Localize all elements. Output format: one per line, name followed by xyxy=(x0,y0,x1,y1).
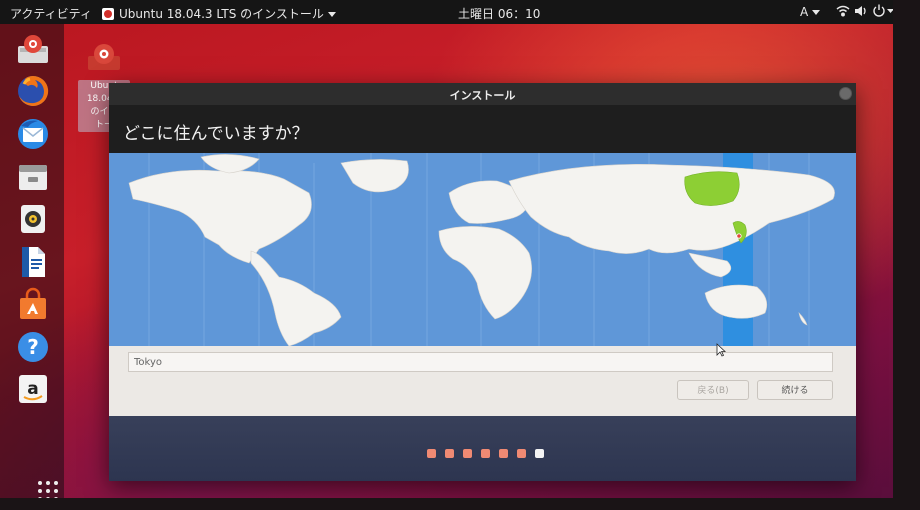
input-method-indicator[interactable]: A xyxy=(800,5,821,19)
svg-text:?: ? xyxy=(27,335,39,359)
desktop: アクティビティ Ubuntu 18.04.3 LTS のインストール 土曜日 0… xyxy=(0,0,893,498)
svg-text:a: a xyxy=(27,379,38,399)
progress-dot xyxy=(517,449,526,458)
progress-dot xyxy=(535,449,544,458)
wifi-icon xyxy=(836,5,850,17)
progress-dot xyxy=(481,449,490,458)
firefox-icon[interactable] xyxy=(16,74,50,108)
page-header: どこに住んでいますか？ xyxy=(109,105,856,153)
installer-icon xyxy=(88,44,120,70)
clock[interactable]: 土曜日 06：10 xyxy=(458,5,540,22)
page-title: どこに住んでいますか？ xyxy=(123,124,309,144)
window-titlebar[interactable]: インストール xyxy=(109,83,856,105)
libreoffice-writer-icon[interactable] xyxy=(16,245,50,279)
installer-window: インストール どこに住んでいますか？ Tokyo 戻る(B) 続ける xyxy=(109,83,856,481)
location-pin-icon xyxy=(736,233,742,239)
help-icon[interactable]: ? xyxy=(16,330,50,364)
top-bar: アクティビティ Ubuntu 18.04.3 LTS のインストール 土曜日 0… xyxy=(0,0,893,24)
chevron-down-icon xyxy=(887,9,893,13)
close-button[interactable] xyxy=(839,87,852,100)
thunderbird-icon[interactable] xyxy=(16,117,50,151)
progress-dot xyxy=(463,449,472,458)
app-menu[interactable]: Ubuntu 18.04.3 LTS のインストール xyxy=(102,5,336,22)
progress-dot xyxy=(427,449,436,458)
highlighted-region xyxy=(684,171,740,206)
chevron-down-icon xyxy=(812,10,821,15)
back-button[interactable]: 戻る(B) xyxy=(677,380,749,400)
continue-button[interactable]: 続ける xyxy=(757,380,833,400)
app-menu-label: Ubuntu 18.04.3 LTS のインストール xyxy=(119,7,324,21)
volume-icon xyxy=(855,6,866,16)
amazon-icon[interactable]: a xyxy=(16,372,50,406)
input-method-label: A xyxy=(800,5,809,19)
software-center-icon[interactable] xyxy=(16,287,50,321)
activities-button[interactable]: アクティビティ xyxy=(10,5,92,22)
files-icon[interactable] xyxy=(16,160,50,194)
timezone-panel: 戻る(B) 続ける xyxy=(109,346,856,416)
mouse-cursor-icon xyxy=(716,343,726,357)
app-grid-icon[interactable] xyxy=(37,480,59,498)
progress-footer xyxy=(109,416,856,481)
progress-dot xyxy=(499,449,508,458)
installer-app-icon xyxy=(102,8,114,20)
timezone-input[interactable] xyxy=(128,352,833,372)
system-menu[interactable] xyxy=(836,4,893,21)
rhythmbox-icon[interactable] xyxy=(16,202,50,236)
progress-dots xyxy=(427,443,553,462)
power-icon xyxy=(873,4,885,17)
world-timezone-map[interactable] xyxy=(109,153,856,346)
progress-dot xyxy=(445,449,454,458)
dock: ? a xyxy=(0,24,64,498)
chevron-down-icon xyxy=(327,12,336,17)
window-title: インストール xyxy=(449,89,516,102)
installer-icon[interactable] xyxy=(16,32,50,66)
